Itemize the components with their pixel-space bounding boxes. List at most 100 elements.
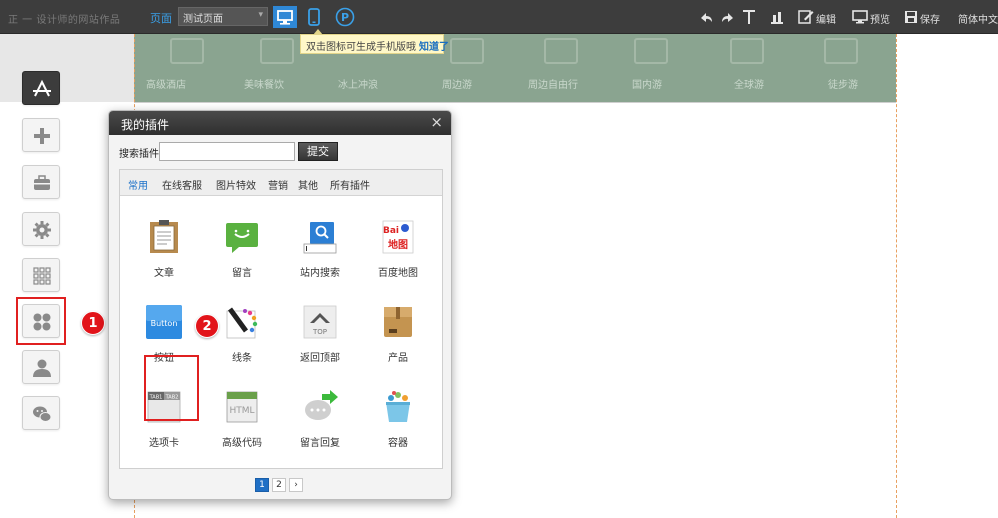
page-2-button[interactable]: 2 <box>272 478 286 492</box>
grid-icon <box>33 267 51 285</box>
add-module-button[interactable] <box>22 118 60 152</box>
page-1-button[interactable]: 1 <box>255 478 269 492</box>
plus-icon <box>34 128 50 144</box>
ghost-hotel-icon <box>170 38 204 64</box>
site-name: 正 一 设计师的网站作品 <box>8 15 121 26</box>
wechat-icon <box>33 406 52 422</box>
plugin-panel: 常用 在线客服 图片特效 营销 其他 所有插件 文章 留言 站内搜索 Bai 地… <box>119 169 443 469</box>
plugin-html-code[interactable]: HTML 高级代码 <box>212 390 272 462</box>
tab-marketing[interactable]: 营销 <box>268 177 288 192</box>
page-select-value: 测试页面 <box>183 14 223 25</box>
plugin-label: 线条 <box>232 353 252 364</box>
button-plugin-highlight-box <box>144 355 199 421</box>
line-icon <box>226 307 258 339</box>
plugin-back-to-top[interactable]: TOP 返回顶部 <box>290 305 350 377</box>
chevron-down-icon: ▾ <box>258 10 263 20</box>
ghost-global-icon <box>824 38 858 64</box>
ghost-tour-icon <box>544 38 578 64</box>
app-store-button[interactable] <box>22 71 60 105</box>
edit-button[interactable]: 编辑 <box>816 11 836 26</box>
toolbox-button[interactable] <box>22 165 60 199</box>
close-icon[interactable]: × <box>430 114 443 130</box>
plugin-line[interactable]: 线条 <box>212 305 272 377</box>
nav-item[interactable]: 高级酒店 <box>146 76 186 91</box>
step-2-badge: 2 <box>195 314 219 338</box>
plugin-article[interactable]: 文章 <box>134 220 194 292</box>
search-label: 搜索插件 <box>119 149 159 160</box>
baidu-map-text: 地图 <box>388 238 408 251</box>
tab-other[interactable]: 其他 <box>298 177 318 192</box>
step-1-badge: 1 <box>81 311 105 335</box>
toolbox-icon <box>34 175 50 190</box>
plugin-label: 留言回复 <box>300 438 340 449</box>
mobile-view-button[interactable] <box>307 6 321 28</box>
nav-item[interactable]: 徒步游 <box>828 76 858 91</box>
dialog-title: 我的插件 <box>121 118 170 132</box>
tab-online-service[interactable]: 在线客服 <box>162 177 202 192</box>
circle-p-icon: P <box>335 7 355 27</box>
html-code-icon: HTML <box>226 391 258 423</box>
redo-icon <box>722 13 733 22</box>
preview-button[interactable]: 预览 <box>870 11 890 26</box>
submit-button[interactable]: 提交 <box>298 142 338 161</box>
nav-item[interactable]: 美味餐饮 <box>244 76 284 91</box>
article-icon <box>150 220 178 253</box>
preview-icon <box>852 10 868 24</box>
gear-icon <box>33 221 51 239</box>
dialog-header: 我的插件 × <box>109 111 451 135</box>
grid-apps-button[interactable] <box>22 258 60 292</box>
nav-item[interactable]: 周边自由行 <box>528 76 578 91</box>
tab-image-effects[interactable]: 图片特效 <box>216 177 256 192</box>
plugin-site-search[interactable]: 站内搜索 <box>290 220 350 292</box>
top-toolbar: 正 一 设计师的网站作品 页面 测试页面 ▾ P 编辑 预览 保存 简体中文 <box>0 0 998 34</box>
save-button[interactable]: 保存 <box>920 11 940 26</box>
plugin-message[interactable]: 留言 <box>212 220 272 292</box>
member-button[interactable] <box>22 350 60 384</box>
nav-item[interactable]: 冰上冲浪 <box>338 76 378 91</box>
html-text: HTML <box>229 406 254 416</box>
wechat-button[interactable] <box>22 396 60 430</box>
plugin-baidu-map[interactable]: Bai 地图 百度地图 <box>368 220 428 292</box>
mobile-tooltip: 双击图标可生成手机版哦 知道了 <box>300 29 449 54</box>
product-icon <box>384 307 412 337</box>
next-page-button[interactable]: › <box>289 478 303 492</box>
plugin-label: 留言 <box>232 268 252 279</box>
nav-item[interactable]: 国内游 <box>632 76 662 91</box>
tab-all-plugins[interactable]: 所有插件 <box>330 177 370 192</box>
plugin-label: 站内搜索 <box>300 268 340 279</box>
plugin-search-input[interactable] <box>159 142 295 161</box>
ghost-free-icon <box>634 38 668 64</box>
plugin-label: 产品 <box>388 353 408 364</box>
pagination: 1 2 › <box>255 478 315 492</box>
language-select[interactable]: 简体中文 <box>958 11 998 26</box>
app-store-icon <box>33 79 51 97</box>
tab-common[interactable]: 常用 <box>128 177 148 192</box>
tooltip-ok-link[interactable]: 知道了 <box>419 42 449 53</box>
plugin-label: 百度地图 <box>378 268 418 279</box>
desktop-view-button[interactable] <box>273 6 297 28</box>
back-to-top-icon: TOP <box>303 305 337 339</box>
plugin-dialog: 我的插件 × 搜索插件 提交 常用 在线客服 图片特效 营销 其他 所有插件 文… <box>108 110 452 500</box>
nav-item[interactable]: 周边游 <box>442 76 472 91</box>
top-icon-text: TOP <box>312 328 327 336</box>
ghost-food-icon <box>260 38 294 64</box>
ghost-domestic-icon <box>730 38 764 64</box>
tooltip-text: 双击图标可生成手机版哦 <box>306 42 416 53</box>
plugin-container[interactable]: 容器 <box>368 390 428 462</box>
nav-item[interactable]: 全球游 <box>734 76 764 91</box>
site-search-icon <box>303 222 337 254</box>
plugin-product[interactable]: 产品 <box>368 305 428 377</box>
user-icon <box>33 359 51 377</box>
undo-icon <box>701 13 712 22</box>
publish-view-button[interactable]: P <box>335 6 355 28</box>
guide-line-horizontal <box>134 102 896 103</box>
baidu-map-icon: Bai 地图 <box>382 220 414 254</box>
page-select[interactable]: 测试页面 ▾ <box>178 7 268 26</box>
page-label: 页面 <box>150 12 172 25</box>
settings-button[interactable] <box>22 212 60 246</box>
plugin-label: 容器 <box>388 438 408 449</box>
left-gutter <box>0 34 134 102</box>
plugin-message-reply[interactable]: 留言回复 <box>290 390 350 462</box>
message-icon <box>226 223 258 253</box>
plugin-tabs: 常用 在线客服 图片特效 营销 其他 所有插件 <box>120 170 442 196</box>
